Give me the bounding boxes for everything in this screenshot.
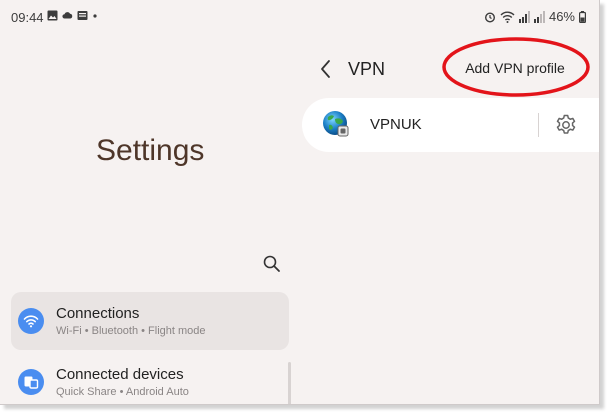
menu-item-title: Connected devices xyxy=(56,366,184,383)
alarm-icon xyxy=(484,11,495,23)
globe-icon xyxy=(323,111,349,137)
image-icon xyxy=(47,10,58,21)
scrollbar[interactable] xyxy=(288,362,291,404)
back-icon[interactable] xyxy=(318,58,334,80)
notification-icons xyxy=(47,10,98,21)
search-icon[interactable] xyxy=(262,254,282,274)
news-icon xyxy=(77,11,88,20)
screenshot-frame: 09:44 46% Settings Connections Wi-Fi • B… xyxy=(0,0,600,405)
wifi-icon xyxy=(500,11,515,23)
menu-item-title: Connections xyxy=(56,305,140,322)
menu-item-connected-devices[interactable]: Connected devices Quick Share • Android … xyxy=(11,352,289,404)
divider xyxy=(538,113,539,137)
signal-icon xyxy=(533,10,545,23)
menu-item-subtitle: Wi-Fi • Bluetooth • Flight mode xyxy=(56,325,206,337)
menu-item-connections[interactable]: Connections Wi-Fi • Bluetooth • Flight m… xyxy=(11,292,289,350)
vpn-profile-item[interactable]: VPNUK xyxy=(302,98,599,152)
wifi-icon xyxy=(18,308,44,334)
system-icons: 46% xyxy=(484,9,586,24)
gear-icon[interactable] xyxy=(554,113,578,137)
dot-icon xyxy=(93,14,97,18)
devices-icon xyxy=(18,369,44,395)
vpn-profile-name: VPNUK xyxy=(370,116,422,133)
cloud-icon xyxy=(62,12,73,19)
page-title: Settings xyxy=(96,134,205,167)
menu-item-subtitle: Quick Share • Android Auto xyxy=(56,386,189,398)
add-vpn-profile-button[interactable]: Add VPN profile xyxy=(452,48,578,88)
status-bar: 09:44 46% xyxy=(0,0,599,34)
signal-icon xyxy=(518,10,530,23)
battery-percentage: 46% xyxy=(548,9,575,24)
battery-icon xyxy=(579,10,586,23)
status-time: 09:44 xyxy=(11,10,44,25)
vpn-page-title: VPN xyxy=(348,59,386,79)
